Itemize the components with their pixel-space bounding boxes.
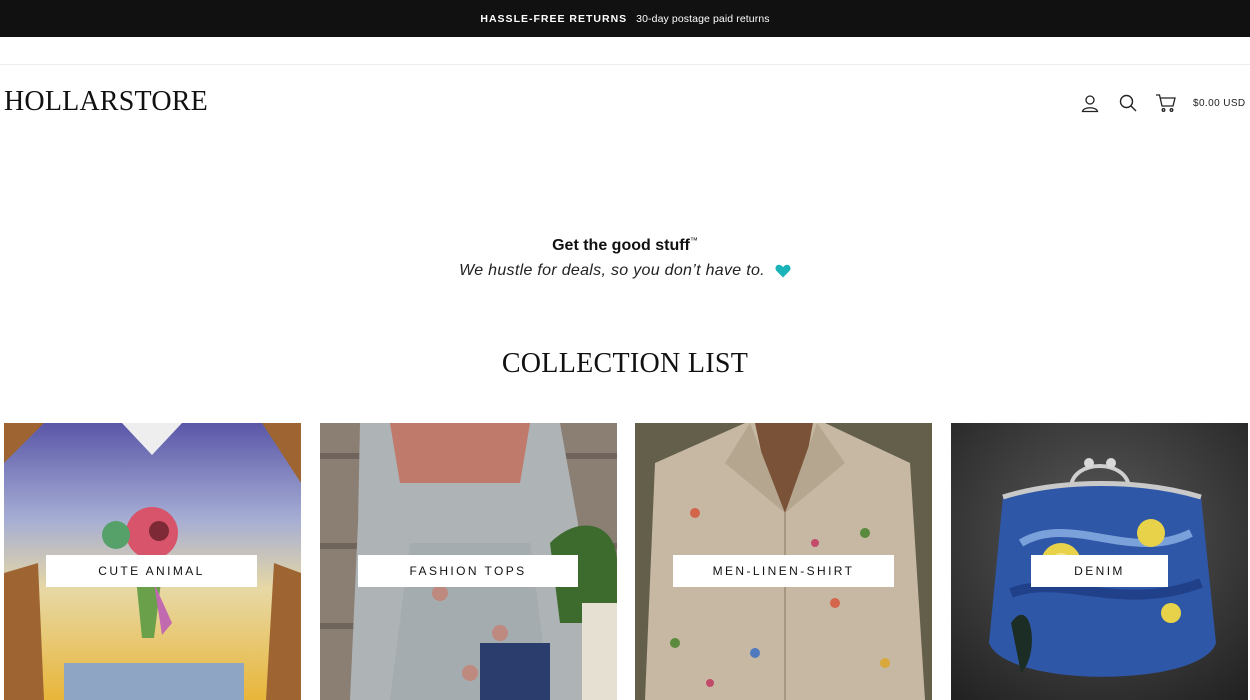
account-icon[interactable] <box>1079 92 1101 114</box>
collection-card[interactable]: FASHION TOPS <box>320 423 617 700</box>
collection-label[interactable]: DENIM <box>1031 555 1168 587</box>
collection-card[interactable]: CUTE ANIMAL <box>4 423 301 700</box>
collection-grid: CUTE ANIMAL FASHION TOPS MEN-LINEN-SHIRT… <box>4 423 1248 700</box>
cart-total[interactable]: $0.00 USD <box>1193 98 1246 109</box>
collection-label[interactable]: MEN-LINEN-SHIRT <box>673 555 894 587</box>
announcement-text: 30-day postage paid returns <box>636 12 770 25</box>
header-actions: $0.00 USD <box>1079 92 1246 114</box>
promo-title: Get the good stuff™ <box>0 236 1250 255</box>
promo-title-text: Get the good stuff <box>552 237 690 254</box>
collection-list-title: COLLECTION LIST <box>501 348 749 379</box>
promo-subtitle-text: We hustle for deals, so you don’t have t… <box>459 262 765 279</box>
promo-subtitle: We hustle for deals, so you don’t have t… <box>459 262 791 280</box>
collection-label[interactable]: CUTE ANIMAL <box>46 555 257 587</box>
trademark-mark: ™ <box>689 236 698 245</box>
promo-block: Get the good stuff™ We hustle for deals,… <box>0 236 1250 280</box>
header-divider <box>0 64 1250 65</box>
collection-card[interactable]: MEN-LINEN-SHIRT <box>635 423 932 700</box>
announcement-bar: HASSLE-FREE RETURNS 30-day postage paid … <box>0 0 1250 37</box>
collection-card[interactable]: DENIM <box>951 423 1248 700</box>
store-logo[interactable]: HOLLARSTORE <box>4 86 208 118</box>
cart-icon[interactable] <box>1155 92 1177 114</box>
heart-icon <box>775 264 791 278</box>
search-icon[interactable] <box>1117 92 1139 114</box>
announcement-strong: HASSLE-FREE RETURNS <box>480 12 628 25</box>
collection-label[interactable]: FASHION TOPS <box>358 555 578 587</box>
